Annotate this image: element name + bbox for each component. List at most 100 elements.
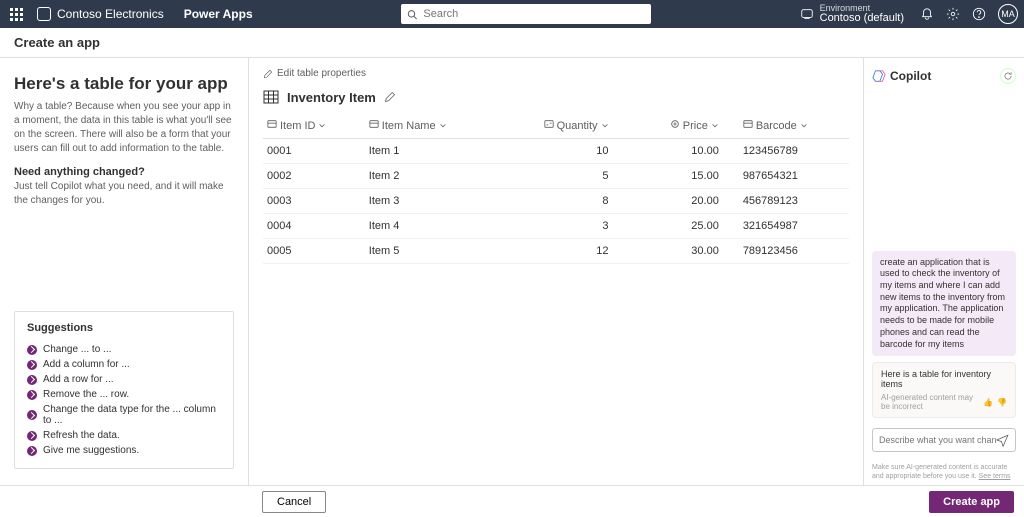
edit-table-properties-link[interactable]: Edit table properties	[263, 68, 849, 79]
app-name[interactable]: Power Apps	[184, 7, 253, 21]
table-row[interactable]: 0002Item 2515.00987654321	[263, 164, 849, 189]
column-header[interactable]: Price	[629, 113, 739, 139]
bot-footer-text: AI-generated content may be incorrect	[881, 393, 983, 411]
cell-barcode: 987654321	[739, 164, 849, 189]
brand-name: Contoso Electronics	[57, 7, 164, 21]
suggestion-text: Add a row for ...	[43, 374, 114, 385]
thumbs-up-icon[interactable]: 👍	[983, 398, 993, 407]
cell-item-name: Item 1	[365, 139, 494, 164]
brand: Contoso Electronics	[37, 7, 164, 21]
rename-table-icon[interactable]	[384, 91, 396, 103]
center-pane: Edit table properties Inventory Item Ite…	[248, 58, 864, 485]
table-icon	[263, 89, 279, 105]
cell-price: 20.00	[629, 189, 739, 214]
copilot-input[interactable]	[879, 435, 996, 445]
chevron-down-icon	[601, 122, 609, 130]
cell-item-id: 0005	[263, 239, 365, 264]
suggestions-title: Suggestions	[27, 322, 221, 334]
cell-price: 30.00	[629, 239, 739, 264]
see-terms-link[interactable]: See terms	[979, 473, 1011, 480]
suggestion-item[interactable]: Give me suggestions.	[27, 443, 221, 458]
column-type-icon	[743, 119, 753, 132]
cell-item-name: Item 3	[365, 189, 494, 214]
copilot-disclaimer: Make sure AI-generated content is accura…	[872, 464, 1016, 481]
cell-item-name: Item 5	[365, 239, 494, 264]
brand-logo-icon	[37, 7, 51, 21]
column-label: Item Name	[382, 120, 436, 132]
environment-icon	[800, 7, 814, 21]
cell-quantity: 10	[494, 139, 628, 164]
cell-item-id: 0001	[263, 139, 365, 164]
edit-link-label: Edit table properties	[277, 68, 366, 79]
cell-quantity: 3	[494, 214, 628, 239]
footer-bar: Cancel Create app	[0, 485, 1024, 517]
column-header[interactable]: Quantity	[494, 113, 628, 139]
notifications-icon[interactable]	[920, 7, 934, 21]
settings-icon[interactable]	[946, 7, 960, 21]
need-heading: Need anything changed?	[14, 166, 234, 178]
cancel-button[interactable]: Cancel	[262, 491, 326, 513]
suggestion-text: Refresh the data.	[43, 430, 120, 441]
suggestion-item[interactable]: Add a row for ...	[27, 372, 221, 387]
table-row[interactable]: 0003Item 3820.00456789123	[263, 189, 849, 214]
send-icon[interactable]	[996, 433, 1009, 447]
cell-price: 15.00	[629, 164, 739, 189]
column-type-icon	[670, 119, 680, 132]
bullet-icon	[27, 360, 37, 370]
cell-price: 10.00	[629, 139, 739, 164]
column-header[interactable]: Item Name	[365, 113, 494, 139]
search-input[interactable]	[423, 8, 645, 20]
table-row[interactable]: 0005Item 51230.00789123456	[263, 239, 849, 264]
left-paragraph: Why a table? Because when you see your a…	[14, 100, 234, 156]
help-icon[interactable]	[972, 7, 986, 21]
thumbs-down-icon[interactable]: 👎	[997, 398, 1007, 407]
refresh-button[interactable]	[1000, 68, 1016, 84]
inventory-table: Item ID Item Name Quantity Price Barcode 000…	[263, 113, 849, 264]
suggestion-item[interactable]: Change ... to ...	[27, 342, 221, 357]
suggestion-item[interactable]: Refresh the data.	[27, 428, 221, 443]
app-launcher-icon[interactable]	[10, 8, 23, 21]
bullet-icon	[27, 431, 37, 441]
column-type-icon	[544, 119, 554, 132]
environment-picker[interactable]: Environment Contoso (default)	[800, 4, 904, 24]
edit-icon	[263, 69, 273, 79]
table-row[interactable]: 0001Item 11010.00123456789	[263, 139, 849, 164]
suggestion-text: Give me suggestions.	[43, 445, 139, 456]
copilot-title: Copilot	[872, 69, 931, 83]
suggestion-text: Remove the ... row.	[43, 389, 129, 400]
table-title: Inventory Item	[287, 90, 376, 105]
suggestion-item[interactable]: Remove the ... row.	[27, 387, 221, 402]
column-header[interactable]: Item ID	[263, 113, 365, 139]
chevron-down-icon	[318, 122, 326, 130]
cell-item-name: Item 2	[365, 164, 494, 189]
suggestion-item[interactable]: Add a column for ...	[27, 357, 221, 372]
cell-barcode: 456789123	[739, 189, 849, 214]
cell-item-id: 0003	[263, 189, 365, 214]
header-actions: MA	[920, 4, 1018, 24]
avatar[interactable]: MA	[998, 4, 1018, 24]
cell-barcode: 123456789	[739, 139, 849, 164]
bot-message: Here is a table for inventory items AI-g…	[872, 362, 1016, 418]
cell-price: 25.00	[629, 214, 739, 239]
global-search[interactable]	[401, 4, 651, 24]
bullet-icon	[27, 446, 37, 456]
suggestion-item[interactable]: Change the data type for the ... column …	[27, 402, 221, 428]
copilot-input-box[interactable]	[872, 428, 1016, 452]
bullet-icon	[27, 390, 37, 400]
column-label: Quantity	[557, 120, 598, 132]
copilot-conversation: create an application that is used to ch…	[872, 92, 1016, 481]
cell-quantity: 8	[494, 189, 628, 214]
column-header[interactable]: Barcode	[739, 113, 849, 139]
suggestion-text: Change the data type for the ... column …	[43, 404, 221, 426]
bullet-icon	[27, 375, 37, 385]
bullet-icon	[27, 345, 37, 355]
cell-barcode: 321654987	[739, 214, 849, 239]
need-text: Just tell Copilot what you need, and it …	[14, 180, 234, 208]
cell-quantity: 5	[494, 164, 628, 189]
table-title-row: Inventory Item	[263, 89, 849, 105]
create-app-button[interactable]: Create app	[929, 491, 1014, 513]
column-label: Price	[683, 120, 708, 132]
chevron-down-icon	[800, 122, 808, 130]
left-pane: Here's a table for your app Why a table?…	[0, 58, 248, 485]
table-row[interactable]: 0004Item 4325.00321654987	[263, 214, 849, 239]
